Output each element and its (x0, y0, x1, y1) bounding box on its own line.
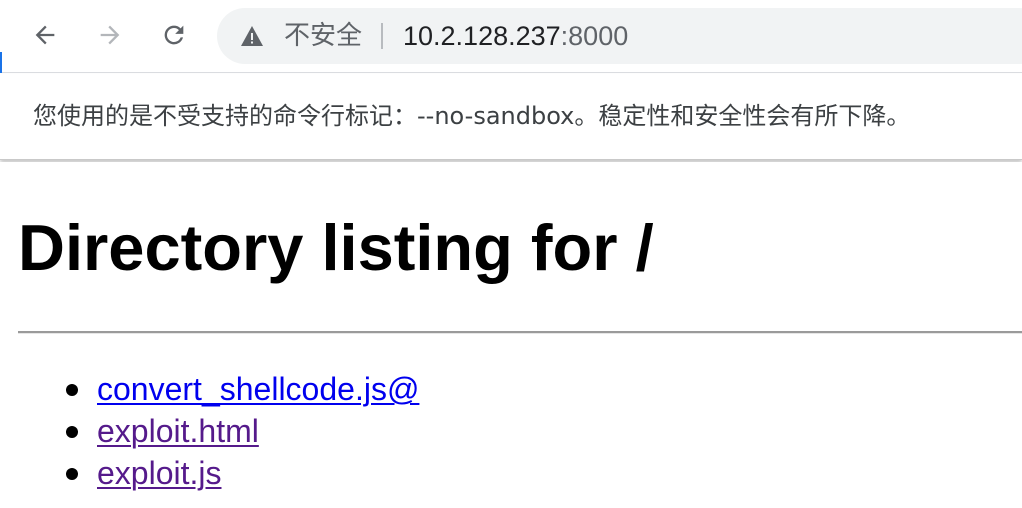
bullet-icon (66, 384, 78, 396)
file-link-exploit-html[interactable]: exploit.html (97, 413, 259, 449)
list-item: exploit.js (58, 452, 419, 494)
back-button[interactable] (27, 17, 63, 53)
security-status-label[interactable]: 不安全 (284, 19, 362, 53)
list-item: convert_shellcode.js@ (58, 368, 419, 410)
window-edge-mark (0, 52, 2, 73)
reload-icon (164, 25, 184, 45)
warning-triangle-icon[interactable] (240, 25, 264, 47)
omnibox-divider (381, 23, 383, 49)
url-text[interactable]: 10.2.128.237:8000 (403, 18, 628, 54)
file-link-exploit-js[interactable]: exploit.js (97, 455, 222, 491)
arrow-left-icon (35, 25, 55, 45)
arrow-right-icon (100, 25, 120, 45)
bullet-icon (66, 426, 78, 438)
page-title: Directory listing for / (18, 211, 654, 284)
browser-toolbar: 不安全 10.2.128.237:8000 (0, 0, 1022, 73)
bullet-icon (66, 468, 78, 480)
address-bar[interactable]: 不安全 10.2.128.237:8000 (217, 8, 1022, 64)
file-list: convert_shellcode.js@ exploit.html explo… (58, 368, 419, 494)
list-item: exploit.html (58, 410, 419, 452)
reload-button[interactable] (156, 17, 192, 53)
page-content: Directory listing for / convert_shellcod… (0, 162, 1022, 508)
file-link-convert-shellcode[interactable]: convert_shellcode.js@ (97, 371, 419, 407)
forward-button[interactable] (92, 17, 128, 53)
infobar-message: 您使用的是不受支持的命令行标记：--no-sandbox。稳定性和安全性会有所下… (33, 102, 911, 130)
url-host: 10.2.128.237 (403, 21, 561, 51)
url-port: :8000 (560, 21, 629, 51)
infobar: 您使用的是不受支持的命令行标记：--no-sandbox。稳定性和安全性会有所下… (0, 74, 1022, 160)
horizontal-rule (18, 331, 1022, 334)
